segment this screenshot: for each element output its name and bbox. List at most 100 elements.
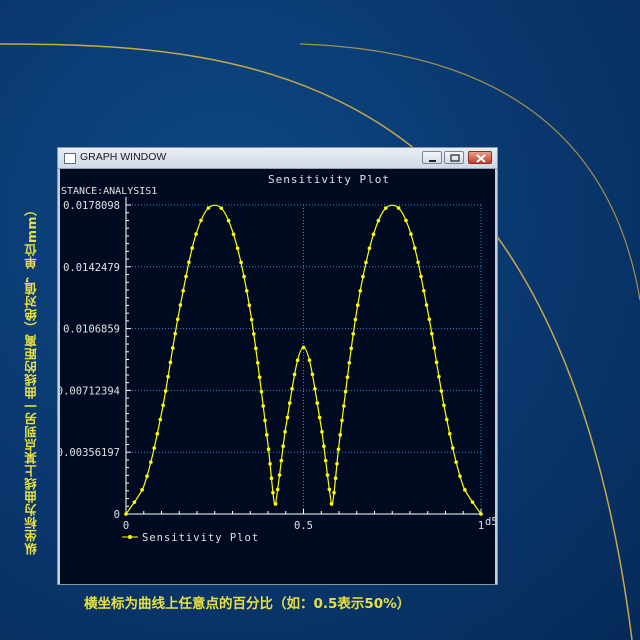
y-tick-labels: 0 0.00356197 0.00712394 0.0106859 0.0142479 0… [57, 200, 120, 521]
x-tick-label: 1 [478, 520, 484, 532]
data-point [295, 358, 300, 363]
data-point [269, 476, 274, 481]
data-point [219, 206, 224, 210]
data-point [325, 473, 330, 477]
data-point [317, 415, 322, 420]
data-point [470, 500, 475, 504]
y-tick-label: 0.0178098 [63, 200, 120, 212]
data-point [277, 473, 282, 477]
maximize-button[interactable] [444, 151, 464, 164]
vertical-axis-caption: 纵坐标为曲线上某点到另一曲线的距离（绝对值，单位mm） [24, 202, 39, 555]
data-point [329, 502, 334, 506]
data-point [345, 375, 350, 379]
y-tick-label: 0 [114, 509, 120, 521]
window-title: GRAPH WINDOW [80, 151, 167, 163]
sensitivity-chart[interactable]: Sensitivity Plot STANCE:ANALYSIS1 0 0.003… [57, 169, 498, 584]
graph-window[interactable]: GRAPH WINDOW Sensitivity Plot STANCE:ANA… [57, 147, 498, 585]
data-point [355, 303, 360, 308]
close-button[interactable] [468, 151, 492, 164]
data-point [416, 260, 420, 265]
chart-title: Sensitivity Plot [268, 173, 390, 186]
data-point [173, 331, 177, 336]
data-point [437, 374, 441, 379]
window-titlebar[interactable]: GRAPH WINDOW [58, 148, 497, 169]
data-point [349, 346, 353, 351]
x-tick-labels: 0 0.5 1 d5 [123, 516, 498, 532]
data-point [434, 360, 439, 365]
data-point [343, 389, 348, 394]
data-point [231, 232, 236, 237]
data-point [307, 358, 312, 363]
data-point [263, 418, 267, 423]
data-point [347, 360, 352, 365]
data-point [290, 386, 294, 391]
y-tick-label: 0.00712394 [60, 385, 120, 397]
data-point [175, 317, 180, 322]
data-point [432, 346, 437, 350]
data-point [194, 232, 198, 236]
data-point [268, 461, 272, 466]
data-point [149, 460, 153, 464]
data-point [140, 488, 144, 492]
data-point [404, 218, 408, 223]
data-point [239, 260, 243, 265]
data-point [190, 246, 194, 250]
data-point [292, 372, 297, 377]
series-line [125, 204, 482, 515]
data-point [235, 246, 240, 251]
data-point [283, 429, 287, 434]
data-point [251, 332, 256, 336]
data-point [281, 444, 285, 449]
data-point [327, 487, 332, 492]
maximize-icon [450, 154, 460, 162]
data-point [261, 404, 266, 408]
data-point [458, 474, 462, 478]
data-point [259, 389, 264, 394]
y-tick-label: 0.00356197 [60, 447, 120, 459]
data-point [353, 317, 358, 322]
data-point [249, 317, 254, 322]
data-point [285, 415, 290, 420]
data-point [367, 246, 372, 251]
x-axis-end-label: d5 [485, 516, 495, 528]
horizontal-axis-caption: 横坐标为曲线上任意点的百分比（如：0.5表示50%） [84, 596, 411, 612]
data-point [132, 500, 137, 504]
data-point [247, 303, 252, 308]
data-point [145, 474, 149, 478]
data-point [336, 447, 341, 452]
minimize-button[interactable] [422, 151, 442, 164]
data-point [333, 476, 338, 481]
data-point [447, 431, 452, 436]
legend-label: Sensitivity Plot [142, 532, 259, 544]
window-icon [64, 153, 76, 164]
data-point [124, 512, 128, 516]
close-icon [476, 154, 486, 163]
data-point [310, 372, 315, 377]
data-point [271, 490, 275, 495]
data-point [273, 502, 278, 506]
data-point [257, 375, 262, 379]
data-point [184, 274, 188, 279]
data-point [264, 433, 269, 437]
data-point [396, 206, 401, 210]
data-point [244, 289, 249, 293]
data-point [199, 218, 203, 223]
data-point [313, 386, 317, 391]
data-point [409, 232, 413, 236]
data-point [442, 403, 446, 408]
data-point [320, 429, 324, 434]
data-point [419, 274, 423, 279]
plot-area[interactable]: Sensitivity Plot STANCE:ANALYSIS1 0 0.003… [57, 169, 498, 584]
data-point [332, 490, 336, 495]
data-point [315, 401, 320, 405]
data-point [226, 218, 231, 223]
data-point [364, 260, 368, 265]
data-point [376, 218, 381, 223]
data-point [427, 317, 432, 322]
y-tick-label: 0.0142479 [63, 262, 120, 274]
grid-lines [126, 204, 482, 514]
data-point [266, 447, 271, 452]
data-point [479, 512, 483, 516]
data-point [206, 206, 211, 210]
data-point [187, 260, 191, 265]
